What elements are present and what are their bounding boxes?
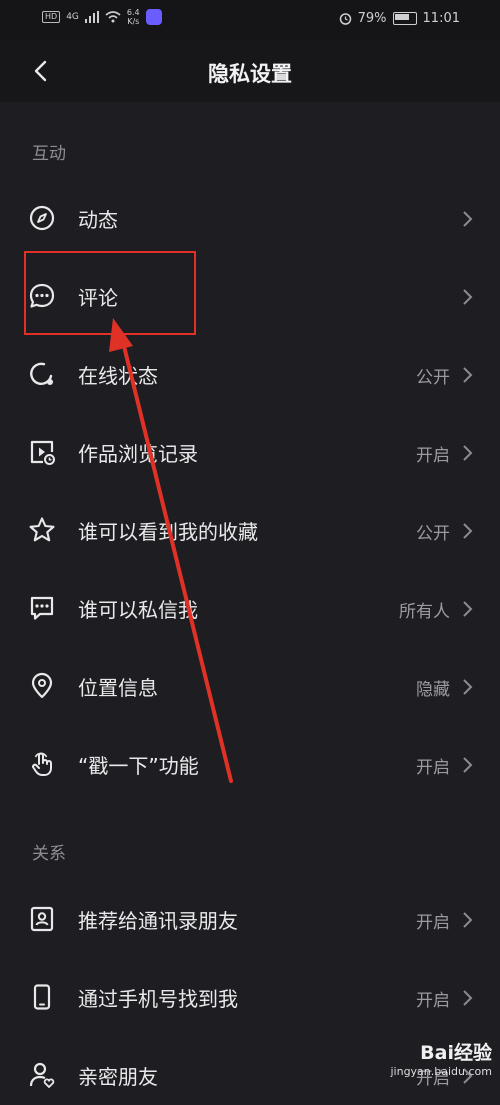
annotation-arrow: [109, 318, 233, 783]
watermark-url: jingyan.baidu.com: [390, 1065, 492, 1078]
watermark-logo: Bai经验: [420, 1042, 492, 1064]
baidu-watermark: Bai经验 jingyan.baidu.com: [390, 1038, 492, 1078]
